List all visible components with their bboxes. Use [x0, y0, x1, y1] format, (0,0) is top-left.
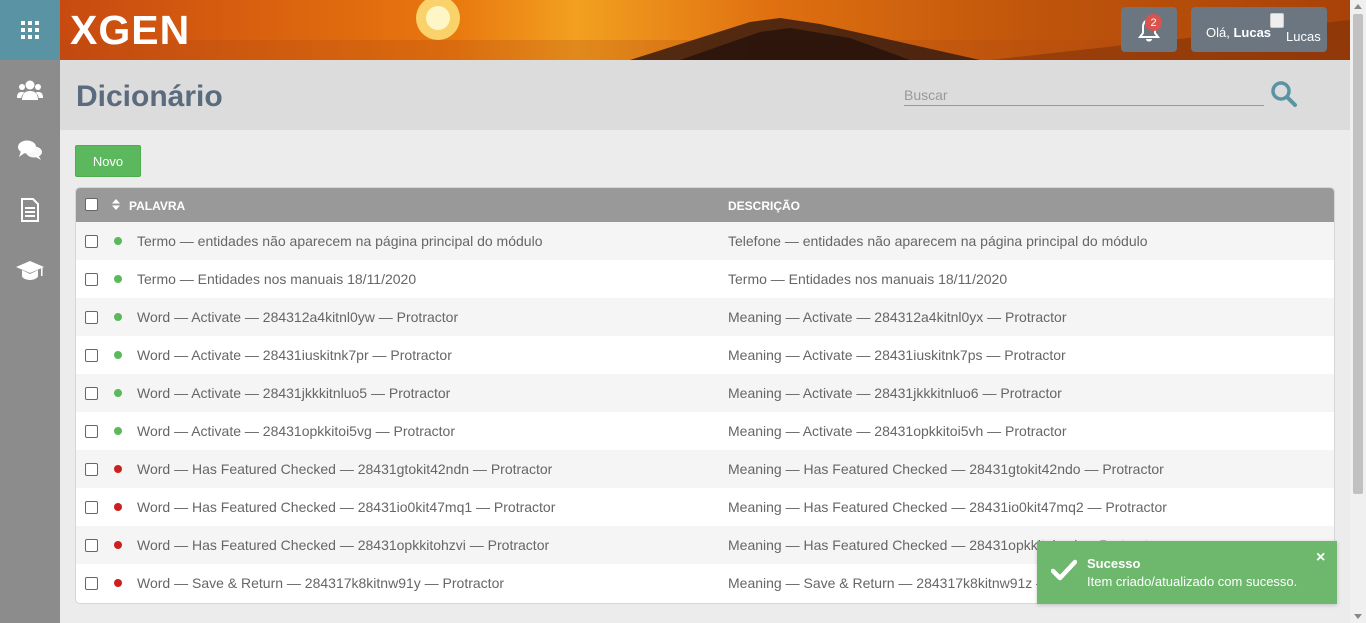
sort-icon[interactable] [112, 199, 120, 210]
table-row[interactable]: Word — Activate — 284312a4kitnl0yw — Pro… [76, 298, 1334, 336]
select-all-checkbox[interactable] [85, 198, 98, 211]
row-checkbox[interactable] [85, 235, 98, 248]
document-icon [21, 198, 39, 222]
scroll-down-arrow-icon[interactable] [1354, 614, 1362, 619]
cell-palavra: Word — Activate — 28431opkkitoi5vg — Pro… [137, 423, 455, 439]
cell-palavra: Word — Activate — 28431jkkkitnluo5 — Pro… [137, 385, 451, 401]
status-dot [114, 579, 122, 587]
row-checkbox[interactable] [85, 311, 98, 324]
graduation-cap-icon [16, 261, 44, 280]
table-row[interactable]: Termo — Entidades nos manuais 18/11/2020… [76, 260, 1334, 298]
status-dot [114, 275, 122, 283]
status-dot [114, 313, 122, 321]
search-button[interactable] [1270, 80, 1298, 108]
success-toast[interactable]: Sucesso Item criado/atualizado com suces… [1037, 541, 1337, 604]
table-row[interactable]: Word — Activate — 28431jkkkitnluo5 — Pro… [76, 374, 1334, 412]
search-icon [1271, 81, 1297, 107]
user-greeting: Olá, Lucas [1206, 25, 1272, 40]
table-header: PALAVRA DESCRIÇÃO [76, 188, 1334, 222]
page-title-bar: Dicionário [60, 60, 1350, 130]
avatar: Lucas [1270, 13, 1321, 45]
sidebar-item-users[interactable] [0, 60, 60, 120]
brand-logo[interactable]: XGEN [70, 7, 190, 54]
cell-descricao: Meaning — Activate — 28431iuskitnk7ps — … [728, 347, 1066, 363]
row-checkbox[interactable] [85, 349, 98, 362]
sidebar-item-chat[interactable] [0, 120, 60, 180]
status-dot [114, 541, 122, 549]
sidebar [0, 0, 60, 623]
status-dot [114, 351, 122, 359]
row-checkbox[interactable] [85, 387, 98, 400]
page-scrollbar[interactable] [1350, 0, 1366, 623]
column-header-palavra[interactable]: PALAVRA [129, 199, 185, 213]
cell-descricao: Meaning — Has Featured Checked — 28431io… [728, 499, 1167, 515]
toast-title: Sucesso [1087, 556, 1141, 571]
toast-message: Item criado/atualizado com sucesso. [1087, 574, 1298, 589]
status-dot [114, 465, 122, 473]
cell-palavra: Word — Has Featured Checked — 28431gtoki… [137, 461, 553, 477]
column-header-descricao: DESCRIÇÃO [728, 199, 801, 213]
sidebar-item-training[interactable] [0, 240, 60, 300]
apps-menu-button[interactable] [0, 0, 60, 60]
cell-palavra: Word — Save & Return — 284317k8kitnw91y … [137, 575, 505, 591]
cell-palavra: Word — Has Featured Checked — 28431opkki… [137, 537, 550, 553]
status-dot [114, 503, 122, 511]
cell-descricao: Telefone — entidades não aparecem na pág… [728, 233, 1148, 249]
cell-descricao: Meaning — Has Featured Checked — 28431gt… [728, 461, 1164, 477]
table-row[interactable]: Termo — entidades não aparecem na página… [76, 222, 1334, 260]
cell-descricao: Meaning — Activate — 28431opkkitoi5vh — … [728, 423, 1067, 439]
notification-count-badge: 2 [1145, 14, 1162, 31]
users-icon [17, 80, 43, 100]
status-dot [114, 237, 122, 245]
row-checkbox[interactable] [85, 539, 98, 552]
checkmark-icon [1051, 559, 1077, 581]
close-icon[interactable]: × [1316, 549, 1325, 567]
table-row[interactable]: Word — Activate — 28431opkkitoi5vg — Pro… [76, 412, 1334, 450]
grid-menu-icon [21, 21, 39, 39]
page-title: Dicionário [76, 80, 223, 113]
cell-palavra: Word — Activate — 284312a4kitnl0yw — Pro… [137, 309, 459, 325]
notifications-button[interactable]: 2 [1121, 7, 1177, 52]
chat-icon [18, 140, 42, 160]
scrollbar-thumb[interactable] [1353, 14, 1363, 494]
user-menu-button[interactable]: Olá, Lucas Lucas [1191, 7, 1327, 52]
cell-palavra: Termo — Entidades nos manuais 18/11/2020 [137, 271, 417, 287]
cell-descricao: Meaning — Activate — 284312a4kitnl0yx — … [728, 309, 1067, 325]
status-dot [114, 427, 122, 435]
new-button[interactable]: Novo [75, 145, 141, 177]
status-dot [114, 389, 122, 397]
cell-palavra: Word — Activate — 28431iuskitnk7pr — Pro… [137, 347, 452, 363]
table-row[interactable]: Word — Has Featured Checked — 28431gtoki… [76, 450, 1334, 488]
table-row[interactable]: Word — Activate — 28431iuskitnk7pr — Pro… [76, 336, 1334, 374]
row-checkbox[interactable] [85, 425, 98, 438]
table-row[interactable]: Word — Has Featured Checked — 28431io0ki… [76, 488, 1334, 526]
row-checkbox[interactable] [85, 273, 98, 286]
row-checkbox[interactable] [85, 577, 98, 590]
top-header: XGEN 2 Olá, Lucas Lucas [60, 0, 1350, 60]
search-input[interactable] [904, 85, 1264, 106]
cell-descricao: Termo — Entidades nos manuais 18/11/2020 [728, 271, 1008, 287]
row-checkbox[interactable] [85, 501, 98, 514]
cell-palavra: Word — Has Featured Checked — 28431io0ki… [137, 499, 556, 515]
scroll-up-arrow-icon[interactable] [1354, 4, 1362, 9]
broken-image-icon [1270, 13, 1284, 28]
cell-palavra: Termo — entidades não aparecem na página… [137, 233, 543, 249]
row-checkbox[interactable] [85, 463, 98, 476]
cell-descricao: Meaning — Activate — 28431jkkkitnluo6 — … [728, 385, 1062, 401]
sidebar-item-documents[interactable] [0, 180, 60, 240]
